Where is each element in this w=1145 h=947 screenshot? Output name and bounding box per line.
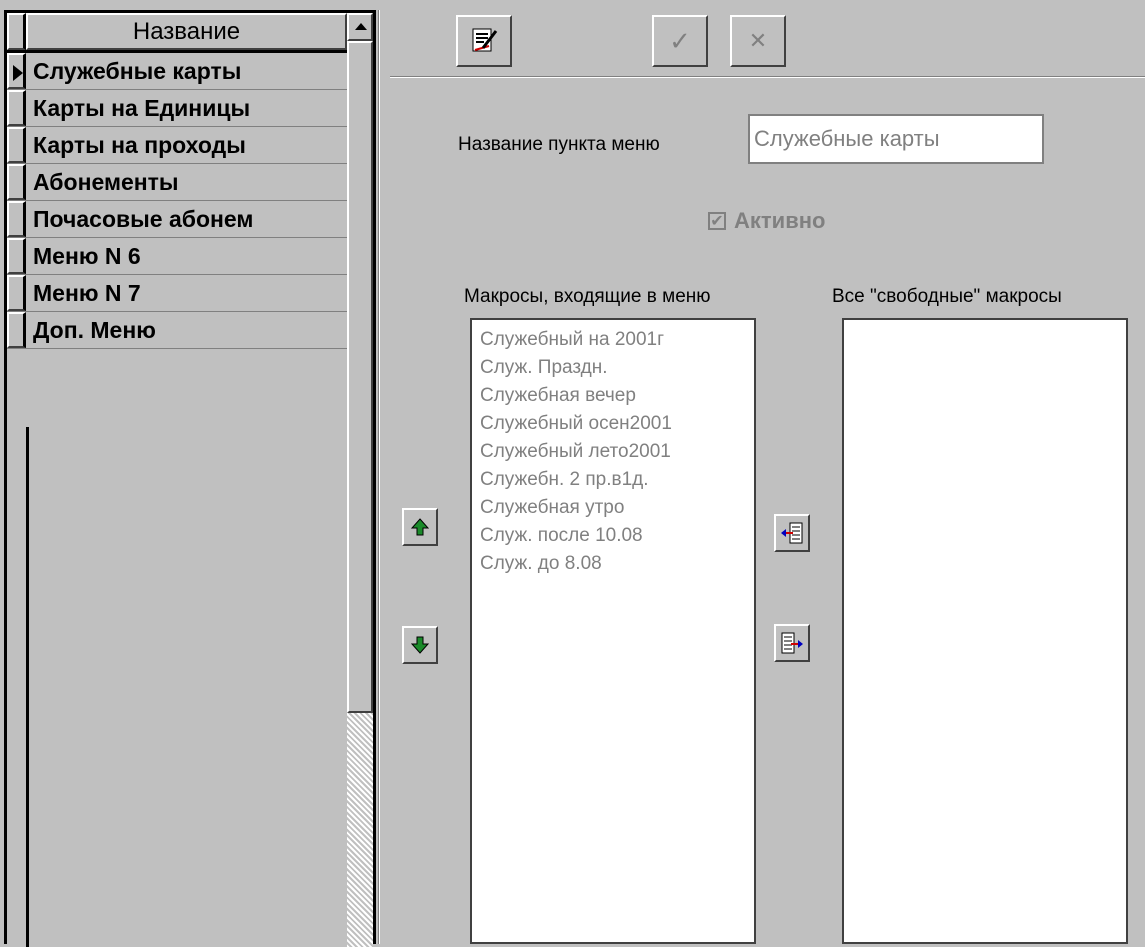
arrow-up-icon	[410, 518, 430, 536]
list-item[interactable]: Служ. Праздн.	[480, 354, 746, 382]
list-item[interactable]: Служ. до 8.08	[480, 550, 746, 578]
grid-row[interactable]: Абонементы	[7, 164, 347, 201]
list-item[interactable]: Служебная утро	[480, 494, 746, 522]
splitter[interactable]	[376, 10, 390, 944]
checkmark-icon: ✓	[669, 25, 691, 56]
grid-row[interactable]: Служебные карты	[7, 53, 347, 90]
row-label: Карты на Единицы	[33, 95, 251, 121]
row-label: Карты на проходы	[33, 132, 246, 158]
list-item[interactable]: Служ. после 10.08	[480, 522, 746, 550]
row-indicator[interactable]	[7, 53, 26, 89]
grid-header-indicator	[7, 13, 26, 50]
cross-icon: ✕	[748, 28, 768, 53]
row-label: Доп. Меню	[33, 317, 156, 343]
row-label: Меню N 7	[33, 280, 141, 306]
grid-row[interactable]: Карты на Единицы	[7, 90, 347, 127]
move-down-button[interactable]	[402, 626, 438, 664]
row-indicator[interactable]	[7, 238, 26, 274]
included-macros-list[interactable]: Служебный на 2001г Служ. Праздн. Служебная…	[470, 318, 756, 944]
list-item[interactable]: Служебная вечер	[480, 382, 746, 410]
list-item[interactable]: Служебный лето2001	[480, 438, 746, 466]
scroll-up-button[interactable]	[347, 13, 373, 41]
row-indicator[interactable]	[7, 312, 26, 348]
row-indicator[interactable]	[7, 90, 26, 126]
remove-from-menu-button[interactable]	[774, 624, 810, 662]
row-indicator[interactable]	[7, 164, 26, 200]
add-to-menu-button[interactable]	[774, 514, 810, 552]
toolbar: ✓ ✕	[390, 10, 1145, 77]
arrow-down-icon	[410, 636, 430, 654]
move-right-icon	[781, 632, 803, 654]
scroll-thumb[interactable]	[347, 41, 373, 713]
active-label: Активно	[734, 208, 826, 233]
menu-grid: Название Служебные карты Карты на Единицы…	[4, 10, 376, 947]
list-item[interactable]: Служебный на 2001г	[480, 326, 746, 354]
free-macros-label: Все "свободные" макросы	[832, 286, 1062, 307]
edit-button[interactable]	[456, 15, 512, 67]
menu-item-name-label: Название пункта меню	[458, 134, 660, 155]
row-label: Служебные карты	[33, 58, 242, 84]
cancel-button[interactable]: ✕	[730, 15, 786, 67]
grid-empty-area	[26, 427, 347, 947]
edit-note-icon	[472, 28, 498, 52]
column-header-name[interactable]: Название	[26, 13, 347, 50]
free-macros-list[interactable]	[842, 318, 1128, 944]
checkbox-check-icon: ✔	[708, 212, 726, 230]
edit-panel: ✓ ✕ Название пункта меню ✔ Активно Макро…	[390, 10, 1145, 944]
vertical-scrollbar[interactable]	[347, 13, 373, 947]
active-checkbox[interactable]: ✔ Активно	[708, 208, 825, 234]
grid-row[interactable]: Почасовые абонем	[7, 201, 347, 238]
confirm-button[interactable]: ✓	[652, 15, 708, 67]
grid-row[interactable]: Меню N 7	[7, 275, 347, 312]
row-indicator[interactable]	[7, 127, 26, 163]
move-up-button[interactable]	[402, 508, 438, 546]
row-label: Почасовые абонем	[33, 206, 254, 232]
list-item[interactable]: Служебн. 2 пр.в1д.	[480, 466, 746, 494]
move-left-icon	[781, 522, 803, 544]
row-label: Меню N 6	[33, 243, 141, 269]
menu-item-name-input[interactable]	[748, 114, 1044, 164]
included-macros-label: Макросы, входящие в меню	[464, 286, 711, 307]
current-row-arrow-icon	[13, 65, 23, 81]
grid-row[interactable]: Карты на проходы	[7, 127, 347, 164]
grid-row[interactable]: Доп. Меню	[7, 312, 347, 349]
scroll-up-arrow-icon	[355, 23, 367, 30]
grid-row[interactable]: Меню N 6	[7, 238, 347, 275]
row-indicator[interactable]	[7, 201, 26, 237]
grid-header: Название	[7, 13, 347, 53]
list-item[interactable]: Служебный осен2001	[480, 410, 746, 438]
row-label: Абонементы	[33, 169, 179, 195]
row-indicator[interactable]	[7, 275, 26, 311]
